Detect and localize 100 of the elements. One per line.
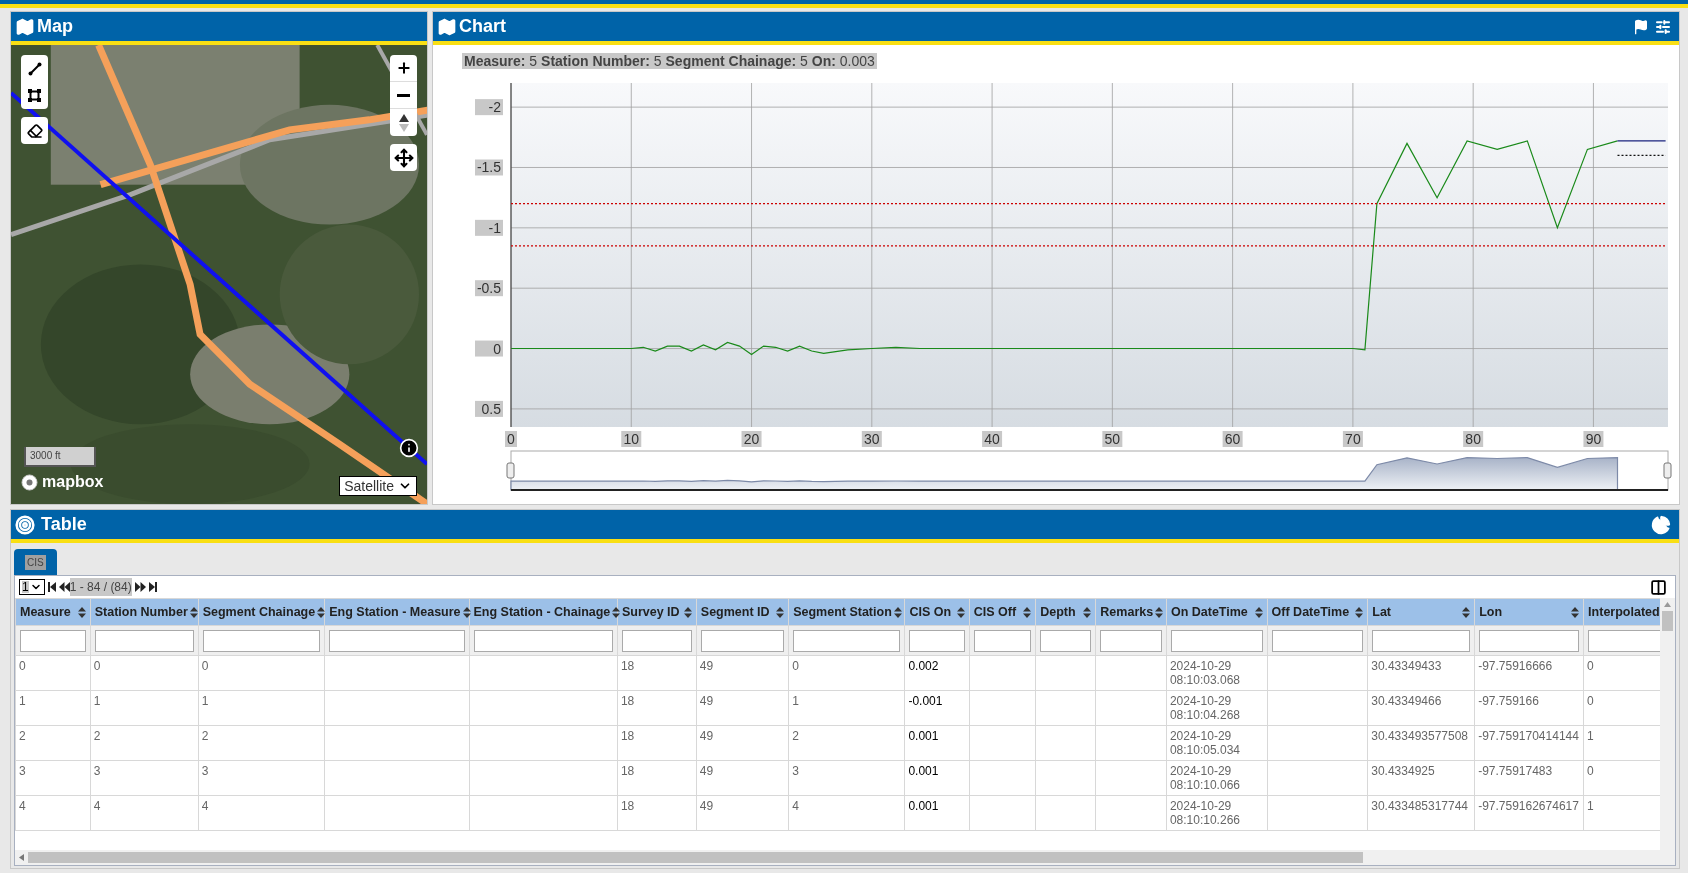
column-header[interactable]: On DateTime <box>1166 598 1268 626</box>
sort-icon[interactable] <box>776 606 785 618</box>
map-icon <box>15 16 35 37</box>
column-filter-field[interactable] <box>793 629 901 652</box>
column-header[interactable]: Station Number <box>90 598 199 626</box>
draw-polygon-button[interactable] <box>21 82 48 109</box>
column-filter-field[interactable] <box>329 629 465 652</box>
sliders-icon <box>1655 18 1671 35</box>
pan-button[interactable] <box>390 144 417 171</box>
column-header[interactable]: Survey ID <box>617 598 697 626</box>
previous-page-icon[interactable] <box>58 582 70 592</box>
table-cell: -97.759166 <box>1474 690 1584 726</box>
page-select[interactable]: 1 <box>19 579 45 595</box>
table-cell: 30.43349466 <box>1367 690 1475 726</box>
column-filter-field[interactable] <box>20 629 86 652</box>
column-header[interactable]: Depth <box>1035 598 1096 626</box>
table-cell: 18 <box>617 690 697 726</box>
eraser-icon <box>26 122 43 139</box>
zoom-in-button[interactable] <box>390 55 417 82</box>
column-header[interactable]: Measure <box>15 598 91 626</box>
draw-line-button[interactable] <box>21 55 48 82</box>
column-filter-field[interactable] <box>1170 629 1263 652</box>
column-header[interactable]: Lat <box>1367 598 1475 626</box>
column-header[interactable]: Eng Station - Chainage <box>469 598 618 626</box>
sort-icon[interactable] <box>1462 606 1471 618</box>
table-cell: 0 <box>198 655 325 691</box>
table-cell: 3 <box>788 760 905 796</box>
sort-icon[interactable] <box>77 606 86 618</box>
column-header[interactable]: Off DateTime <box>1267 598 1368 626</box>
compass-button[interactable] <box>390 109 417 136</box>
line-segment-icon <box>27 61 42 76</box>
table-cell: 49 <box>696 655 789 691</box>
column-header[interactable]: CIS Off <box>969 598 1036 626</box>
y-tick-label: -2 <box>488 99 502 116</box>
column-filter-field[interactable] <box>700 629 785 652</box>
table-cell: 30.433485317744 <box>1367 795 1475 831</box>
column-header[interactable]: CIS On <box>904 598 970 626</box>
column-filter-field[interactable] <box>909 629 965 652</box>
column-filter-field[interactable] <box>973 629 1032 652</box>
range-handle[interactable] <box>506 462 515 479</box>
table-cell: 0.001 <box>904 725 970 761</box>
vertical-scrollbar[interactable] <box>1660 598 1675 865</box>
column-filter-field[interactable] <box>94 629 194 652</box>
x-tick-label: 70 <box>1342 431 1363 447</box>
column-header[interactable]: Eng Station - Measure <box>324 598 469 626</box>
horizontal-scrollbar[interactable] <box>15 850 1660 865</box>
table-cell: 2024-10-29 08:10:10.066 <box>1166 760 1268 796</box>
table-cell: 1 <box>90 690 199 726</box>
column-filter-field[interactable] <box>1588 629 1660 652</box>
sort-icon[interactable] <box>1155 606 1164 618</box>
sort-icon[interactable] <box>1571 606 1580 618</box>
sort-icon[interactable] <box>189 606 198 618</box>
table-cell: 1 <box>788 690 905 726</box>
sort-icon[interactable] <box>1254 606 1263 618</box>
column-filter-field[interactable] <box>1372 629 1471 652</box>
sort-icon[interactable] <box>462 606 471 618</box>
column-header[interactable]: Segment Station <box>788 598 905 626</box>
range-handle[interactable] <box>1663 462 1672 479</box>
column-filter-field[interactable] <box>621 629 692 652</box>
plus-icon <box>395 60 412 76</box>
scroll-left-icon[interactable] <box>19 854 24 861</box>
table-cell: 18 <box>617 725 697 761</box>
table-cell: 49 <box>696 725 789 761</box>
panel-title: Map <box>37 15 73 38</box>
tab[interactable]: CIS <box>14 549 57 575</box>
sort-icon[interactable] <box>1355 606 1364 618</box>
y-tick-label: -1 <box>475 219 503 236</box>
table-cell: 2 <box>198 725 325 761</box>
x-tick-label: 20 <box>741 431 762 447</box>
first-page-icon[interactable] <box>47 582 56 592</box>
attribution-logo: mapbox <box>42 472 104 492</box>
scale-bar: 3000 ft <box>24 447 96 467</box>
zoom-out-button[interactable] <box>390 82 417 109</box>
sort-icon[interactable] <box>1083 606 1092 618</box>
table-cell: 30.43349433 <box>1367 655 1475 691</box>
column-header[interactable]: Segment ID <box>696 598 789 626</box>
column-filter-field[interactable] <box>1040 629 1092 652</box>
range-navigator[interactable] <box>510 450 1669 491</box>
table-cell: 4 <box>788 795 905 831</box>
sort-icon[interactable] <box>317 606 326 618</box>
last-page-icon[interactable] <box>148 582 157 592</box>
column-header[interactable]: Remarks <box>1095 598 1167 626</box>
sort-icon[interactable] <box>683 606 692 618</box>
column-header[interactable]: Segment Chainage <box>198 598 325 626</box>
eraser-button[interactable] <box>21 117 48 144</box>
table-cell: 18 <box>617 655 697 691</box>
column-filter-field[interactable] <box>202 629 321 652</box>
sort-icon[interactable] <box>1023 606 1032 618</box>
basemap-select[interactable]: Satellite <box>339 476 417 496</box>
column-filter-field[interactable] <box>1479 629 1580 652</box>
column-filter-field[interactable] <box>1100 629 1162 652</box>
column-header[interactable]: Lon <box>1474 598 1584 626</box>
column-filter-field[interactable] <box>1271 629 1364 652</box>
x-tick-label: 10 <box>621 431 642 447</box>
scrollbar-thumb[interactable] <box>1662 611 1673 631</box>
column-filter-field[interactable] <box>473 629 613 652</box>
sort-icon[interactable] <box>956 606 965 618</box>
sort-icon[interactable] <box>612 606 621 618</box>
sort-icon[interactable] <box>893 606 902 618</box>
next-page-icon[interactable] <box>134 582 146 592</box>
